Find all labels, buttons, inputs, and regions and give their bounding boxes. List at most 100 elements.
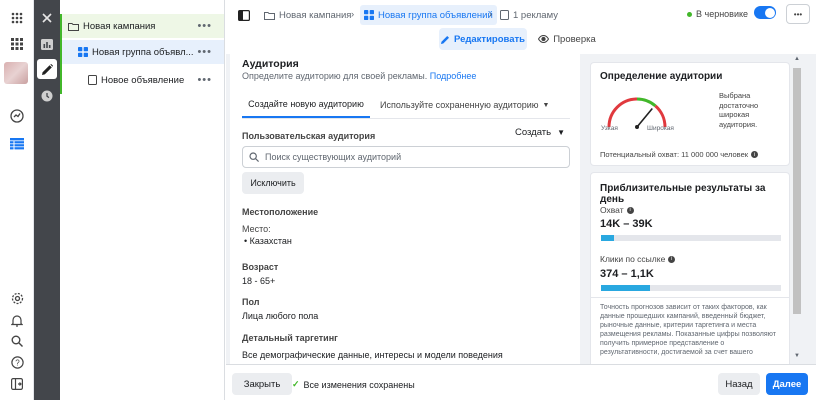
daily-results-card: Приблизительные результаты за день Охват… [590, 172, 790, 368]
next-button[interactable]: Далее [766, 373, 808, 395]
tab-new-audience[interactable]: Создайте новую аудиторию [242, 92, 370, 118]
check-icon: ✓ [292, 379, 300, 389]
tab-edit[interactable]: Редактировать [439, 28, 527, 50]
reach-value: 14K – 39K [600, 218, 653, 230]
learn-more-link[interactable]: Подробнее [430, 71, 477, 81]
tab-edit-label: Редактировать [453, 33, 526, 45]
tree-campaign-label: Новая кампания [83, 20, 156, 32]
tree-adset-label: Новая группа объявл... [92, 46, 194, 58]
tab-review[interactable]: Проверка [534, 28, 600, 50]
back-button[interactable]: Назад [718, 373, 760, 395]
search-icon[interactable] [7, 331, 27, 351]
edit-icon[interactable] [37, 59, 57, 79]
avatar[interactable] [4, 62, 28, 84]
search-icon [249, 152, 259, 162]
more-button[interactable]: ••• [786, 4, 810, 24]
targeting-value: Все демографические данные, интересы и м… [242, 350, 503, 360]
place-label: Место: [242, 224, 271, 234]
tabs-divider [242, 118, 570, 119]
adset-icon [78, 47, 88, 57]
ad-more-icon[interactable]: ••• [197, 74, 212, 86]
chevron-right-icon: › [351, 9, 355, 20]
scrollbar-thumb[interactable] [793, 68, 801, 314]
scrollbar[interactable]: ▲ ▼ [792, 54, 802, 368]
potential-reach-text: Потенциальный охват: 11 000 000 человек [600, 150, 749, 159]
crumb-ad-label: 1 рекламу [513, 9, 558, 21]
gauge-narrow-label: Узкая [601, 125, 618, 132]
crumb-campaign[interactable]: Новая кампания [264, 7, 351, 23]
table-icon[interactable] [7, 134, 27, 154]
tree-item-campaign[interactable]: Новая кампания ••• [60, 14, 224, 38]
exclude-button[interactable]: Исключить [242, 172, 304, 194]
adset-icon [364, 10, 374, 20]
tree-item-adset[interactable]: Новая группа объявл... ••• [60, 40, 224, 64]
history-icon[interactable] [37, 86, 57, 106]
custom-audience-label: Пользовательская аудитория [242, 131, 376, 141]
settings-icon[interactable] [7, 288, 27, 308]
grid-icon[interactable] [7, 8, 27, 28]
reach-bar-fill [601, 235, 614, 241]
tab-review-label: Проверка [553, 33, 596, 45]
info-icon[interactable]: i [751, 151, 759, 158]
draft-status-dot [687, 11, 692, 17]
bell-icon[interactable] [7, 310, 27, 330]
audience-search-input[interactable]: Поиск существующих аудиторий [265, 152, 401, 162]
clicks-label: Клики по ссылке i [600, 254, 676, 264]
panel-toggle-icon[interactable] [236, 7, 252, 23]
draft-status-label: В черновике [696, 9, 749, 19]
results-note: Точность прогнозов зависит от таких факт… [600, 304, 776, 356]
gender-title: Пол [242, 297, 260, 307]
definition-desc: Выбрана достаточно широкая аудитория. [719, 91, 759, 129]
audience-subtitle: Определите аудиторию для своей рекламы. … [242, 71, 476, 81]
place-value-text: Казахстан [249, 236, 292, 246]
info-icon[interactable]: i [626, 206, 634, 214]
caret-down-icon: ▼ [557, 128, 566, 137]
definition-title: Определение аудитории [600, 71, 723, 82]
create-label: Создать [515, 127, 552, 138]
crumb-ad[interactable]: 1 рекламу [500, 7, 558, 23]
reach-label-text: Охват [600, 205, 624, 215]
gauge-arc-green [636, 97, 657, 108]
adset-more-icon[interactable]: ••• [197, 46, 212, 58]
save-status: ✓ Все изменения сохранены [292, 379, 415, 390]
chart-icon[interactable] [37, 34, 57, 54]
crumb-adset-label: Новая группа объявлений [378, 9, 493, 21]
create-dropdown[interactable]: Создать ▼ [515, 127, 565, 138]
tab-saved-audience[interactable]: Используйте сохраненную аудиторию ▼ [380, 92, 549, 118]
reach-label: Охват i [600, 205, 634, 215]
save-status-label: Все изменения сохранены [303, 379, 415, 390]
svg-text:?: ? [15, 358, 20, 367]
dashboard-icon[interactable] [7, 106, 27, 126]
info-icon[interactable]: i [668, 255, 676, 263]
place-value: • Казахстан [244, 236, 292, 246]
close-button[interactable]: Закрыть [232, 373, 292, 395]
audience-card: Аудитория Определите аудиторию для своей… [230, 54, 580, 368]
audience-subtitle-text: Определите аудиторию для своей рекламы. [242, 71, 428, 81]
close-icon[interactable] [37, 8, 57, 28]
tree-item-ad[interactable]: Новое объявление ••• [60, 68, 224, 92]
folder-icon [68, 22, 79, 31]
sidebar-toggle-icon[interactable] [7, 374, 27, 394]
gauge-pivot [635, 125, 639, 129]
gauge-wide-label: Широкая [647, 125, 674, 132]
results-divider [591, 297, 789, 298]
chevron-right-icon: › [489, 9, 493, 20]
help-icon[interactable]: ? [7, 352, 27, 372]
campaign-more-icon[interactable]: ••• [197, 20, 212, 32]
main-content: Аудитория Определите аудиторию для своей… [226, 54, 816, 368]
age-title: Возраст [242, 262, 279, 272]
apps-icon[interactable] [7, 34, 27, 54]
audience-definition-card: Определение аудитории Узкая Широкая Выбр… [590, 62, 790, 166]
clicks-bar [601, 285, 781, 291]
gender-value: Лица любого пола [242, 311, 319, 321]
edit-icon [440, 35, 449, 44]
folder-icon [264, 11, 275, 20]
scroll-down-icon[interactable]: ▼ [794, 353, 800, 359]
crumb-adset[interactable]: Новая группа объявлений [360, 5, 497, 25]
targeting-title: Детальный таргетинг [242, 333, 338, 343]
campaign-toggle[interactable] [754, 6, 776, 19]
ad-icon [500, 10, 509, 20]
right-panel: Определение аудитории Узкая Широкая Выбр… [580, 54, 790, 368]
audience-search[interactable]: Поиск существующих аудиторий [242, 146, 570, 168]
scroll-up-icon[interactable]: ▲ [794, 56, 800, 62]
